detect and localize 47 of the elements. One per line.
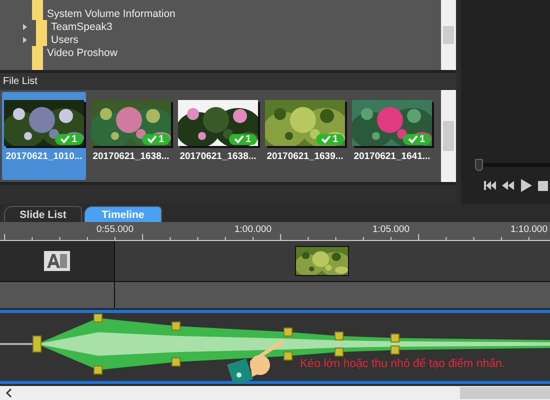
file-name: 20170621_1639... [266,151,344,162]
envelope-handle[interactable] [94,366,102,375]
hint-text: Kéo lớn hoặc thu nhỏ để tạo điểm nhấn. [300,358,506,370]
folder-label[interactable]: Users [51,34,78,46]
envelope-handle[interactable] [94,314,102,323]
check-icon [321,134,331,144]
tab[interactable]: Slide List [4,206,82,222]
envelope-handle[interactable] [172,322,180,331]
envelope-handle[interactable] [284,352,292,361]
stop-icon[interactable] [537,179,550,192]
file-thumbnail[interactable]: 1 20170621_1010... [2,92,86,180]
file-thumbnail[interactable]: 1 20170621_1641... [350,92,434,180]
envelope-handle[interactable] [32,336,42,353]
slide-clip[interactable] [295,246,349,276]
file-thumbnail[interactable]: 1 20170621_1638... [89,92,173,180]
time-label: 0:55.000 [96,224,134,236]
expand-arrow-icon[interactable] [22,36,28,42]
file-name: 20170621_1638... [180,151,256,162]
folder-label[interactable]: Video Proshow [47,46,118,58]
time-label: 1:05.000 [372,224,410,236]
folder-label[interactable]: TeamSpeak3 [51,20,112,32]
scrollbar[interactable] [441,0,456,70]
rewind-icon[interactable] [501,179,514,192]
scrollbar[interactable] [441,90,456,182]
skip-back-icon[interactable] [483,179,496,192]
play-icon[interactable] [519,179,532,192]
horizontal-scrollbar[interactable] [0,386,550,400]
expand-arrow-icon[interactable] [22,24,28,30]
check-icon [408,134,418,144]
folder-label[interactable]: System Volume Information [47,8,176,20]
file-thumbnail[interactable]: 1 20170621_1638... [176,92,260,180]
check-icon [234,134,244,144]
time-label: 1:10.000 [510,224,548,236]
time-label: 1:00.000 [234,224,272,236]
seek-thumb[interactable] [475,159,483,172]
panel-title: File List [0,73,456,90]
file-name: 20170621_1010... [6,151,82,162]
file-thumbnail[interactable]: 1 20170621_1639... [263,92,347,180]
file-name: 20170621_1641... [354,151,430,162]
transition-icon[interactable] [44,251,70,272]
check-icon [147,134,157,144]
file-name: 20170621_1638... [92,151,170,162]
check-icon [60,134,70,144]
scroll-left-icon[interactable] [4,388,14,398]
folder-icon [32,59,43,70]
envelope-handle[interactable] [172,358,180,367]
envelope-handle[interactable] [284,328,292,337]
